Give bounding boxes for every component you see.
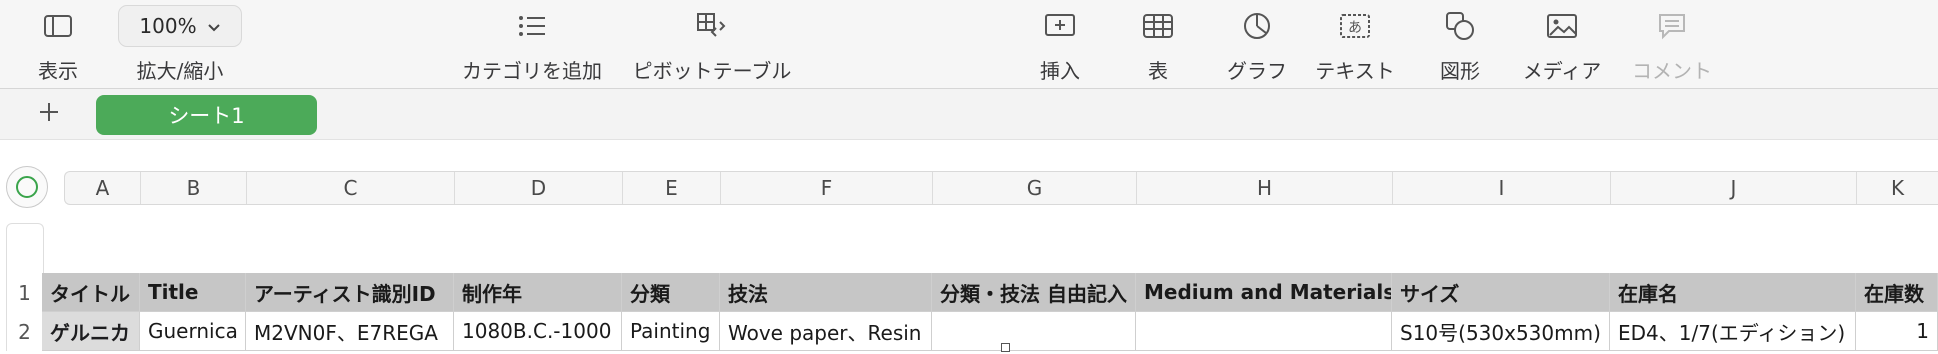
table-cell[interactable]: S10号(530x530mm): [1392, 312, 1610, 351]
sheet-tab-1[interactable]: シート1: [96, 95, 317, 135]
toolbar: 表示 100% 拡大/縮小 カテゴリを追加 ピボットテーブル 挿入 表 グラフ …: [0, 0, 1938, 89]
header-cell[interactable]: 在庫数: [1856, 273, 1938, 312]
table-cell[interactable]: Wove paper、Resin: [720, 312, 932, 351]
select-all-button[interactable]: [6, 166, 48, 208]
insert-icon: [1042, 10, 1078, 42]
table-label: 表: [1148, 59, 1168, 83]
shape-button[interactable]: 図形: [1420, 0, 1500, 88]
table-cell[interactable]: Guernica: [140, 312, 246, 351]
header-cell[interactable]: Title: [140, 273, 246, 312]
table-cell[interactable]: ED4、1/7(エディション): [1610, 312, 1856, 351]
column-header[interactable]: G: [933, 172, 1137, 204]
column-header[interactable]: C: [247, 172, 455, 204]
column-header[interactable]: B: [141, 172, 247, 204]
pivot-table-label: ピボットテーブル: [632, 59, 792, 83]
column-header[interactable]: K: [1857, 172, 1938, 204]
zoom-value: 100%: [139, 14, 197, 38]
column-header[interactable]: D: [455, 172, 623, 204]
view-button[interactable]: 表示: [18, 0, 98, 88]
table-cell[interactable]: [932, 312, 1136, 351]
pivot-table-button[interactable]: ピボットテーブル: [632, 0, 792, 88]
column-header[interactable]: I: [1393, 172, 1611, 204]
table-cell[interactable]: M2VN0F、E7REGA: [246, 312, 454, 351]
comment-button[interactable]: コメント: [1622, 0, 1722, 88]
header-cell[interactable]: タイトル: [42, 273, 140, 312]
column-header[interactable]: J: [1611, 172, 1857, 204]
shape-icon: [1442, 10, 1478, 42]
image-icon: [1544, 10, 1580, 42]
sheet-bar: シート1: [0, 89, 1938, 140]
table-cell[interactable]: ゲルニカ: [42, 312, 140, 351]
table-cell[interactable]: 1080B.C.-1000: [454, 312, 622, 351]
media-label: メディア: [1522, 59, 1602, 83]
comment-icon: [1654, 10, 1690, 42]
shape-label: 図形: [1440, 59, 1480, 83]
column-header-bar: A B C D E F G H I J K: [64, 171, 1938, 205]
circle-icon: [16, 176, 38, 198]
table-icon: [1140, 10, 1176, 42]
chart-label: グラフ: [1227, 59, 1287, 83]
column-header[interactable]: E: [623, 172, 721, 204]
header-cell[interactable]: 技法: [720, 273, 932, 312]
header-cell[interactable]: アーティスト識別ID: [246, 273, 454, 312]
column-header[interactable]: F: [721, 172, 933, 204]
add-category-button[interactable]: カテゴリを追加: [452, 0, 612, 88]
chevron-down-icon: [207, 14, 221, 38]
header-cell[interactable]: 分類・技法 自由記入: [932, 273, 1136, 312]
insert-label: 挿入: [1040, 59, 1080, 83]
sidebar-icon: [40, 10, 76, 42]
header-cell[interactable]: Medium and Materials: [1136, 273, 1392, 312]
comment-label: コメント: [1632, 59, 1712, 83]
chart-button[interactable]: グラフ: [1212, 0, 1302, 88]
text-box-icon: あ: [1337, 10, 1373, 42]
pie-chart-icon: [1239, 10, 1275, 42]
header-cell[interactable]: 制作年: [454, 273, 622, 312]
insert-button[interactable]: 挿入: [1020, 0, 1100, 88]
column-header[interactable]: A: [65, 172, 141, 204]
zoom-control[interactable]: 100% 拡大/縮小: [110, 0, 250, 88]
text-label: テキスト: [1315, 59, 1395, 83]
table-cell[interactable]: [1136, 312, 1392, 351]
row-number[interactable]: 2: [6, 312, 42, 351]
svg-text:あ: あ: [1348, 20, 1362, 36]
media-button[interactable]: メディア: [1512, 0, 1612, 88]
list-icon: [514, 10, 550, 42]
header-cell[interactable]: サイズ: [1392, 273, 1610, 312]
zoom-label: 拡大/縮小: [136, 59, 224, 83]
table-button[interactable]: 表: [1118, 0, 1198, 88]
pivot-table-icon: [694, 10, 730, 42]
text-button[interactable]: あ テキスト: [1305, 0, 1405, 88]
resize-handle[interactable]: [1001, 343, 1010, 352]
row-number[interactable]: 1: [6, 273, 42, 312]
header-cell[interactable]: 分類: [622, 273, 720, 312]
column-header[interactable]: H: [1137, 172, 1393, 204]
table-handle[interactable]: [6, 223, 44, 274]
table-cell[interactable]: 1: [1856, 312, 1938, 351]
table-cell[interactable]: Painting: [622, 312, 720, 351]
plus-icon: [37, 100, 61, 128]
view-label: 表示: [38, 59, 78, 83]
zoom-dropdown[interactable]: 100%: [118, 5, 242, 47]
add-sheet-button[interactable]: [32, 97, 66, 131]
header-cell[interactable]: 在庫名: [1610, 273, 1856, 312]
add-category-label: カテゴリを追加: [462, 59, 602, 83]
